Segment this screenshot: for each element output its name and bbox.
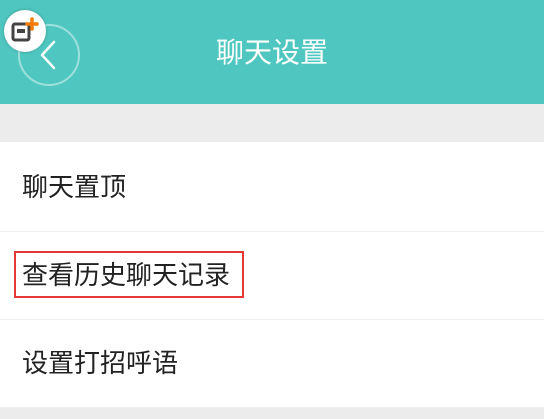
header-bar: 聊天设置 — [0, 0, 544, 104]
highlight-annotation-box — [14, 251, 244, 298]
page-title: 聊天设置 — [215, 36, 328, 69]
setting-item-greeting[interactable]: 设置打招呼语 — [0, 320, 544, 408]
section-divider-bottom — [0, 408, 544, 419]
setting-item-label: 聊天置顶 — [22, 173, 127, 203]
setting-item-pin-chat[interactable]: 聊天置顶 — [0, 144, 544, 232]
section-divider — [0, 104, 544, 142]
setting-item-label: 设置打招呼语 — [22, 349, 179, 379]
